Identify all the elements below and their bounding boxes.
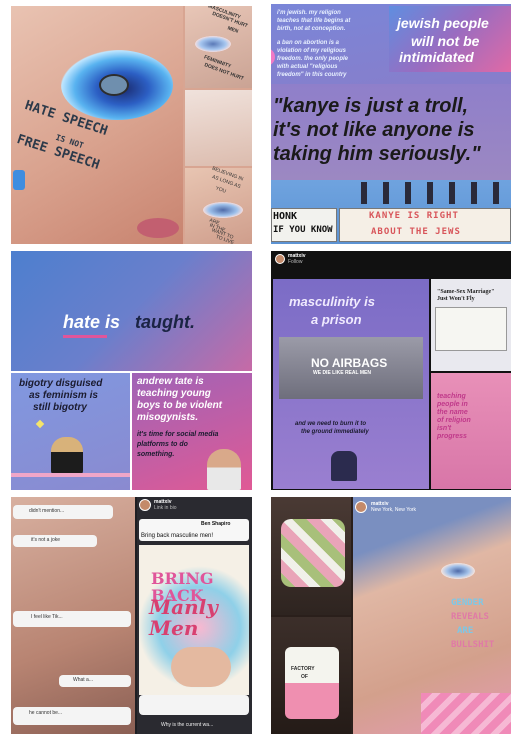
why-text: Why is the current wa...: [161, 722, 214, 728]
ground-line-1: and we need to burn it to: [295, 421, 366, 427]
bigotry-line-1: bigotry disguised: [19, 378, 103, 389]
eye-photo-3: [203, 202, 243, 218]
camo-cake: [281, 519, 345, 587]
religion-text-7: with actual "religious: [277, 64, 338, 70]
eye-photo-1: [195, 36, 231, 52]
post-tile-hate-speech[interactable]: HATE SPEECH IS NOT FREE SPEECH MASCULINI…: [11, 6, 252, 244]
religion-text-5: violation of my religious: [277, 48, 347, 54]
pink-post-6: progress: [437, 433, 467, 440]
comment-3: I feel like Tik...: [31, 614, 63, 620]
side-photo-2: [185, 90, 252, 166]
people-silhouettes: [361, 182, 501, 204]
lips: [137, 218, 179, 238]
person-photo-blonde: [51, 437, 83, 475]
tate-line-2: teaching young: [137, 388, 211, 399]
pink-post-2: people in: [437, 401, 468, 408]
reveals-word: REVEALS: [451, 612, 489, 622]
tate-sub-3: something.: [137, 451, 175, 458]
avatar: [139, 499, 151, 511]
cake-text-1: FACTORY: [291, 666, 315, 672]
follow-label: Follow: [288, 259, 303, 265]
ground-line-2: the ground immediately: [301, 429, 369, 435]
cake-text-2: OF: [301, 674, 308, 680]
post-tile-kanye[interactable]: i'm jewish. my religion teaches that lif…: [271, 4, 511, 244]
masc-line-2: a prison: [311, 312, 362, 327]
strip1-text-3: MEN: [226, 25, 240, 35]
are-word: ARE: [457, 626, 474, 636]
eye-iris: [99, 74, 129, 96]
pink-dot-icon: [271, 48, 275, 66]
side-photo-1: MASCULINITY DOESN'T HURT MEN FEMININITY …: [185, 6, 252, 88]
jewish-badge: jewish people will not be intimidated: [389, 6, 511, 72]
kanye-sign-text-1: KANYE IS RIGHT: [369, 211, 459, 221]
comment-5: he cannot be...: [29, 710, 63, 716]
post-tile-manly-men[interactable]: didn't mention... it's not a joke I feel…: [11, 497, 252, 734]
hate-taught-panel: [11, 251, 252, 371]
underline-bar: [63, 335, 107, 338]
blue-gem-icon: [13, 170, 25, 190]
eye-right: [441, 563, 475, 579]
hand-photo: [171, 647, 231, 687]
hate-is-text: hate is: [63, 312, 121, 332]
airbags-sub: WE DIE LIKE REAL MEN: [313, 370, 371, 376]
comment-bubble-6: [139, 695, 249, 715]
religion-text-4: a ban on abortion is a: [277, 40, 340, 46]
tate-sub-2: platforms to do: [137, 441, 188, 448]
tier-cake: [285, 647, 339, 719]
pink-stripe: [11, 473, 130, 477]
comment-2: it's not a joke: [31, 537, 61, 543]
pink-post-3: the name: [437, 409, 468, 416]
tate-sub-1: it's time for social media: [137, 431, 219, 438]
dancer-photo: [331, 451, 357, 481]
religion-text-6: freedom. the only people: [277, 56, 349, 62]
pink-post-4: of religion: [437, 417, 471, 424]
ben-name: Ben Shapiro: [201, 521, 231, 527]
pink-post-1: teaching: [437, 393, 466, 400]
pink-post-5: isn't: [437, 425, 452, 432]
quote-line-3: taking him seriously.": [273, 143, 481, 165]
tate-line-3: boys to be violent: [137, 400, 223, 411]
tate-line-4: misogynists.: [137, 412, 199, 423]
location: New York, New York: [371, 507, 417, 513]
news-title-1: "Same-Sex Marriage": [437, 289, 495, 295]
bullshit-word: BULLSHIT: [451, 640, 495, 650]
strip3-text-3: YOU: [214, 185, 227, 195]
pink-scarf: [421, 693, 511, 734]
quote-line-2: it's not like anyone is: [273, 119, 475, 141]
comment-1: didn't mention...: [29, 508, 65, 514]
avatar: [275, 254, 285, 264]
news-title-2: Just Won't Fly: [437, 296, 475, 302]
tate-line-1: andrew tate is: [137, 376, 204, 387]
badge-line-2: will not be: [411, 33, 480, 49]
bigotry-line-3: still bigotry: [33, 402, 87, 413]
religion-text-1: i'm jewish. my religion: [277, 10, 341, 16]
quote-line-1: "kanye is just a troll,: [273, 95, 469, 117]
gender-word: GENDER: [451, 598, 484, 608]
badge-line-3: intimidated: [399, 49, 474, 65]
badge-line-1: jewish people: [397, 15, 489, 31]
honk-text: HONK: [273, 211, 298, 222]
airbags-text: NO AIRBAGS: [311, 356, 388, 370]
religion-text-3: birth, not at conception.: [277, 26, 346, 32]
banner-line-2: Manly Men: [149, 595, 218, 640]
kanye-sign-text-2: ABOUT THE JEWS: [371, 227, 461, 237]
person-photo-bald: [207, 449, 241, 490]
cartoon-image: [435, 307, 507, 351]
masc-line-1: masculinity is: [289, 294, 375, 309]
link-in-bio: Link in bio: [154, 505, 177, 511]
religion-text-8: freedom" in this country: [277, 72, 347, 78]
bring-back-tweet: Bring back masculine men!: [141, 533, 214, 539]
bigotry-line-2: as feminism is: [29, 390, 98, 401]
avatar: [355, 501, 367, 513]
religion-text-2: teaches that life begins at: [277, 18, 351, 24]
if-you-know-text: IF YOU KNOW: [273, 225, 333, 235]
side-photo-3: BELIEVING IN AS LONG AS YOU ARE IN THE W…: [185, 166, 252, 244]
taught-text: taught.: [135, 312, 195, 332]
comment-4: What a...: [73, 677, 94, 683]
post-tile-masculinity[interactable]: mattxiv Follow masculinity is a prison N…: [271, 251, 511, 490]
post-tile-hate-is-taught[interactable]: hate is taught. bigotry disguised as fem…: [11, 251, 252, 490]
post-tile-gender-reveals[interactable]: FACTORY OF mattxiv New York, New York GE…: [271, 497, 511, 734]
comment-bubble-4: [59, 675, 131, 687]
